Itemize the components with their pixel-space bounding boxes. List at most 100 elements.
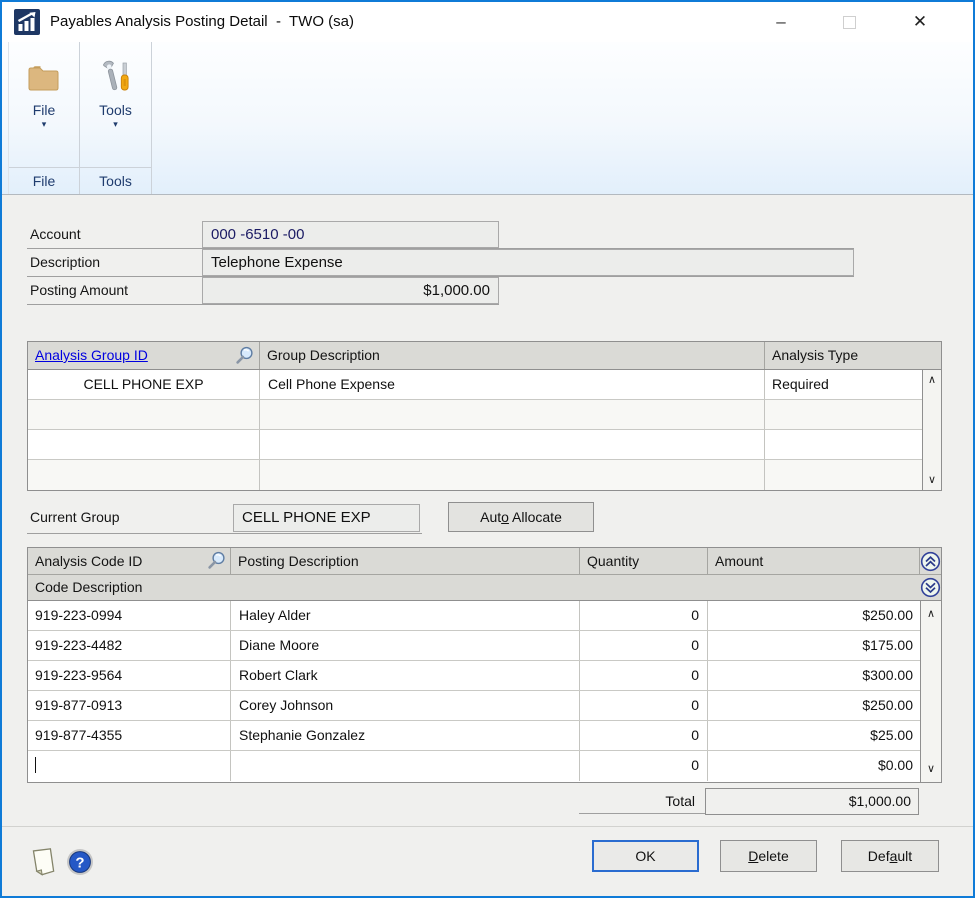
group-description-cell[interactable] <box>260 460 765 490</box>
posting-description-cell[interactable]: Stephanie Gonzalez <box>231 721 580 750</box>
maximize-button[interactable] <box>826 2 872 42</box>
account-label: Account <box>30 226 81 242</box>
close-icon: ✕ <box>913 12 927 32</box>
amount-cell[interactable]: $300.00 <box>708 661 920 690</box>
amount-cell[interactable]: $25.00 <box>708 721 920 750</box>
minimize-icon: – <box>776 12 785 32</box>
code-lookup-icon[interactable] <box>206 550 227 571</box>
amount-header: Amount <box>708 548 920 574</box>
posting-description-cell[interactable]: Haley Alder <box>231 601 580 630</box>
folder-icon <box>26 63 62 93</box>
help-icon[interactable]: ? <box>66 848 94 876</box>
quantity-cell[interactable]: 0 <box>580 751 708 781</box>
scroll-down-icon[interactable]: ∨ <box>921 760 941 778</box>
code-grid-row: 919-223-4482 Diane Moore 0 $175.00 <box>28 631 920 661</box>
ribbon-group-file[interactable]: File ▾ File <box>8 42 80 194</box>
group-id-cell[interactable] <box>28 430 260 459</box>
code-id-cell[interactable]: 919-223-0994 <box>28 601 231 630</box>
group-description-cell[interactable] <box>260 430 765 459</box>
scroll-down-icon[interactable]: ∨ <box>923 471 941 489</box>
auto-allocate-mnemonic: o <box>501 509 509 525</box>
ribbon-group-tools[interactable]: Tools ▾ Tools <box>80 42 152 194</box>
code-description-header: Code Description <box>28 575 920 600</box>
code-grid-subheader: Code Description <box>28 575 941 601</box>
text-cursor <box>35 757 36 773</box>
analysis-type-header: Analysis Type <box>765 342 941 369</box>
code-grid-row: 919-223-9564 Robert Clark 0 $300.00 <box>28 661 920 691</box>
account-field[interactable]: 000 -6510 -00 <box>202 221 499 248</box>
payables-analysis-posting-detail-window: Payables Analysis Posting Detail - TWO (… <box>0 0 975 898</box>
code-id-cell-editing[interactable] <box>28 751 231 781</box>
code-grid-row-active: 0 $0.00 <box>28 751 920 781</box>
expand-rows-icon[interactable] <box>920 577 941 598</box>
posting-amount-field[interactable]: $1,000.00 <box>202 277 499 304</box>
posting-description-cell[interactable]: Diane Moore <box>231 631 580 660</box>
current-group-field[interactable]: CELL PHONE EXP <box>233 504 420 532</box>
group-grid-header: Analysis Group ID Group Description Anal… <box>28 342 941 370</box>
tools-dropdown-icon: ▾ <box>80 118 151 130</box>
amount-cell[interactable]: $0.00 <box>708 751 920 781</box>
total-label: Total <box>579 788 705 814</box>
note-icon[interactable] <box>28 845 60 879</box>
posting-amount-row-divider <box>27 304 499 305</box>
auto-allocate-button[interactable]: Auto Allocate <box>448 502 594 532</box>
delete-button[interactable]: Delete <box>720 840 817 872</box>
auto-allocate-label: Aut <box>480 509 501 525</box>
total-amount-field: $1,000.00 <box>705 788 919 815</box>
group-grid-row <box>28 460 922 490</box>
delete-mnemonic: D <box>748 848 758 864</box>
quantity-cell[interactable]: 0 <box>580 691 708 720</box>
ok-label: OK <box>635 848 655 864</box>
analysis-group-grid: Analysis Group ID Group Description Anal… <box>27 341 942 491</box>
amount-cell[interactable]: $250.00 <box>708 601 920 630</box>
quantity-cell[interactable]: 0 <box>580 601 708 630</box>
code-id-cell[interactable]: 919-223-4482 <box>28 631 231 660</box>
posting-description-header: Posting Description <box>231 548 580 574</box>
tools-icon <box>100 60 132 96</box>
auto-allocate-label-end: Allocate <box>509 509 562 525</box>
quantity-cell[interactable]: 0 <box>580 721 708 750</box>
analysis-type-cell[interactable] <box>765 400 922 429</box>
ok-button[interactable]: OK <box>592 840 699 872</box>
footer-divider <box>2 826 973 827</box>
code-id-cell[interactable]: 919-877-0913 <box>28 691 231 720</box>
group-id-cell[interactable] <box>28 400 260 429</box>
group-description-cell[interactable]: Cell Phone Expense <box>260 370 765 399</box>
delete-label: elete <box>758 848 788 864</box>
analysis-type-cell[interactable] <box>765 430 922 459</box>
scroll-up-icon[interactable]: ∧ <box>923 371 941 389</box>
quantity-cell[interactable]: 0 <box>580 661 708 690</box>
collapse-rows-icon[interactable] <box>920 551 941 572</box>
file-dropdown-icon: ▾ <box>9 118 79 130</box>
code-grid-row: 919-223-0994 Haley Alder 0 $250.00 <box>28 601 920 631</box>
code-id-cell[interactable]: 919-877-4355 <box>28 721 231 750</box>
amount-cell[interactable]: $175.00 <box>708 631 920 660</box>
posting-description-cell[interactable]: Corey Johnson <box>231 691 580 720</box>
scroll-up-icon[interactable]: ∧ <box>921 605 941 623</box>
posting-description-cell[interactable] <box>231 751 580 781</box>
group-grid-scrollbar[interactable]: ∧ ∨ <box>922 370 941 490</box>
analysis-group-id-header-link[interactable]: Analysis Group ID <box>35 347 148 363</box>
default-button[interactable]: Default <box>841 840 939 872</box>
code-grid-row: 919-877-4355 Stephanie Gonzalez 0 $25.00 <box>28 721 920 751</box>
tools-menu-label: Tools <box>80 102 151 118</box>
group-id-cell[interactable]: CELL PHONE EXP <box>28 370 260 399</box>
ribbon: File ▾ File Tools ▾ Tools <box>2 42 973 195</box>
group-description-cell[interactable] <box>260 400 765 429</box>
minimize-button[interactable]: – <box>758 2 804 42</box>
description-field[interactable]: Telephone Expense <box>202 249 854 276</box>
current-group-label: Current Group <box>30 509 119 525</box>
group-id-cell[interactable] <box>28 460 260 490</box>
amount-cell[interactable]: $250.00 <box>708 691 920 720</box>
quantity-cell[interactable]: 0 <box>580 631 708 660</box>
posting-description-cell[interactable]: Robert Clark <box>231 661 580 690</box>
analysis-type-cell[interactable] <box>765 460 922 490</box>
group-lookup-icon[interactable] <box>234 345 255 366</box>
tools-group-caption: Tools <box>80 167 151 194</box>
code-id-cell[interactable]: 919-223-9564 <box>28 661 231 690</box>
maximize-icon <box>843 16 856 29</box>
close-button[interactable]: ✕ <box>897 2 943 42</box>
analysis-type-cell[interactable]: Required <box>765 370 922 399</box>
default-label: Def <box>868 848 890 864</box>
code-grid-scrollbar[interactable]: ∧ ∨ <box>920 601 941 782</box>
